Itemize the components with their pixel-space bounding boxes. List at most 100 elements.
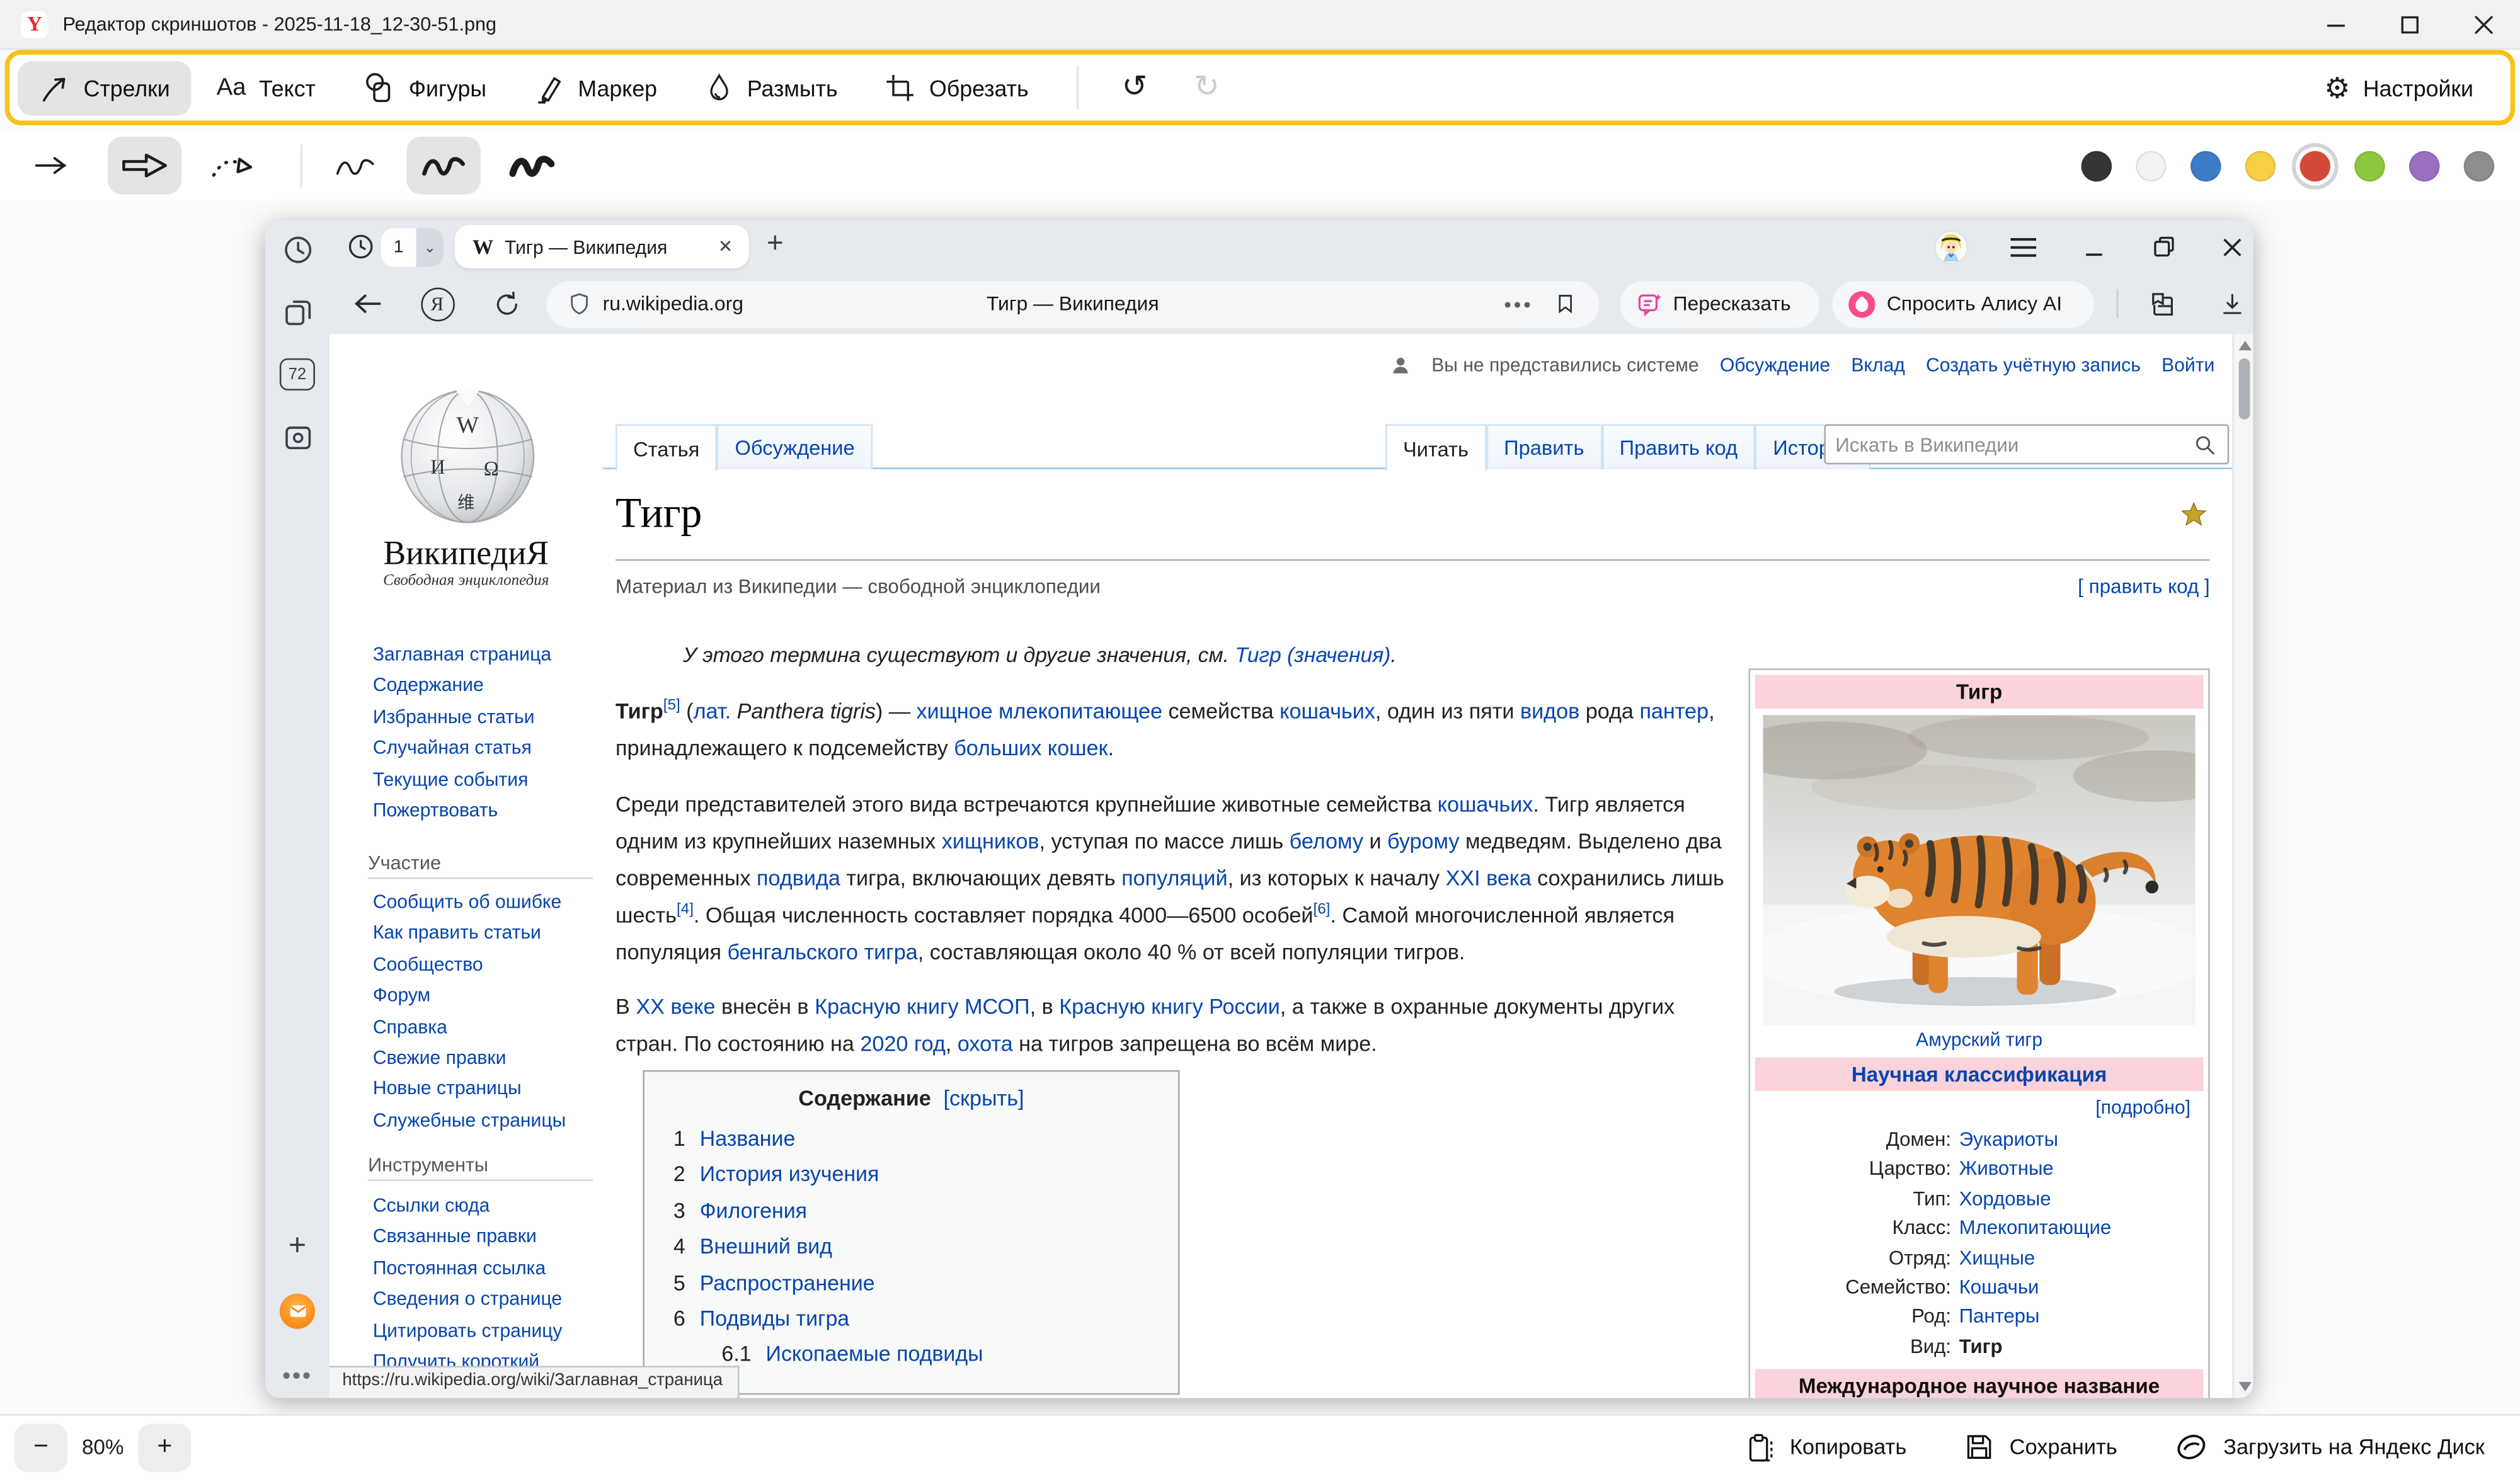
toc-link[interactable]: Внешний вид bbox=[700, 1230, 832, 1265]
upload-yandex-disk-button[interactable]: Загрузить на Яндекс Диск bbox=[2175, 1432, 2485, 1462]
personal-link[interactable]: Войти bbox=[2162, 353, 2214, 376]
personal-link[interactable]: Вклад bbox=[1851, 353, 1904, 376]
wiki-tab[interactable]: Править код bbox=[1602, 424, 1756, 469]
shapes-tool-button[interactable]: Фигуры bbox=[341, 59, 507, 115]
color-swatch[interactable] bbox=[2300, 151, 2330, 181]
blur-tool-button[interactable]: Размыть bbox=[683, 61, 859, 114]
sidebar-link[interactable]: Ссылки сюда bbox=[373, 1191, 563, 1222]
sidebar-link[interactable]: Как править статьи bbox=[373, 918, 566, 950]
yandex-service-icon[interactable] bbox=[280, 1294, 315, 1329]
taxon-link[interactable]: Кошачьи bbox=[1951, 1272, 2039, 1302]
color-swatch[interactable] bbox=[2464, 151, 2494, 181]
wiki-tab[interactable]: Править bbox=[1486, 424, 1601, 469]
tab-group-pill[interactable]: 1 ⌄ bbox=[381, 228, 444, 266]
classification-header-link[interactable]: Научная классификация bbox=[1755, 1058, 2204, 1092]
taxon-link[interactable]: Тигр bbox=[1951, 1332, 2003, 1361]
scroll-up-arrow[interactable] bbox=[2238, 341, 2250, 350]
toc-link[interactable]: Ископаемые подвиды bbox=[766, 1338, 983, 1374]
reload-button[interactable] bbox=[487, 285, 525, 323]
sidebar-link[interactable]: Случайная статья bbox=[373, 733, 551, 765]
undo-button[interactable]: ↺ bbox=[1101, 61, 1168, 114]
toc-hide-link[interactable]: [скрыть] bbox=[943, 1086, 1024, 1110]
crop-tool-button[interactable]: Обрезать bbox=[863, 60, 1049, 115]
scroll-down-arrow[interactable] bbox=[2238, 1382, 2250, 1391]
toc-link[interactable]: Распространение bbox=[700, 1265, 875, 1301]
sidebar-link[interactable]: Пожертвовать bbox=[373, 796, 551, 827]
arrow-style-dotted-button[interactable] bbox=[196, 137, 270, 195]
history-icon[interactable] bbox=[280, 231, 315, 266]
text-tool-button[interactable]: Aa Текст bbox=[196, 62, 336, 112]
wikipedia-globe-logo[interactable]: W И Ω 维 bbox=[397, 385, 538, 527]
zoom-in-button[interactable]: + bbox=[138, 1423, 191, 1471]
sidebar-link[interactable]: Цитировать страницу bbox=[373, 1315, 563, 1347]
sidebar-link[interactable]: Свежие правки bbox=[373, 1043, 566, 1075]
search-icon[interactable] bbox=[2194, 433, 2216, 455]
settings-button[interactable]: ⚙ Настройки bbox=[2303, 62, 2494, 113]
tab-counter-badge[interactable]: 72 bbox=[280, 357, 315, 392]
toc-link[interactable]: Подвиды тигра bbox=[700, 1301, 849, 1337]
image-caption-link[interactable]: Амурский тигр bbox=[1755, 1029, 2204, 1051]
edit-code-link[interactable]: [ править код ] bbox=[2078, 575, 2210, 598]
back-button[interactable] bbox=[349, 285, 387, 323]
toc-link[interactable]: Филогения bbox=[700, 1194, 807, 1230]
zoom-out-button[interactable]: − bbox=[14, 1423, 67, 1471]
taxon-link[interactable]: Хордовые bbox=[1951, 1184, 2051, 1214]
personal-link[interactable]: Обсуждение bbox=[1720, 353, 1830, 376]
arrows-tool-button[interactable]: Стрелки bbox=[18, 60, 191, 115]
taxon-link[interactable]: Пантеры bbox=[1951, 1302, 2039, 1332]
line-weight-medium-button[interactable] bbox=[406, 137, 480, 195]
yandex-search-button[interactable]: Я bbox=[418, 285, 456, 323]
tab-history-clock-icon[interactable] bbox=[342, 228, 377, 263]
browser-close-button[interactable] bbox=[2213, 220, 2252, 273]
sidebar-link[interactable]: Заглавная страница bbox=[373, 639, 551, 671]
chevron-down-icon[interactable]: ⌄ bbox=[416, 228, 444, 266]
featured-star-icon[interactable] bbox=[2181, 501, 2207, 527]
sidebar-link[interactable]: Связанные правки bbox=[373, 1222, 563, 1253]
wiki-tab[interactable]: Статья bbox=[616, 424, 717, 471]
sidebar-link[interactable]: Сообщество bbox=[373, 949, 566, 981]
ask-alice-button[interactable]: Спросить Алису AI bbox=[1832, 280, 2094, 327]
close-button[interactable] bbox=[2446, 0, 2520, 49]
shared-tabs-icon[interactable] bbox=[280, 294, 315, 329]
sidebar-link[interactable]: Сообщить об ошибке bbox=[373, 887, 566, 918]
line-weight-thin-button[interactable] bbox=[318, 137, 392, 195]
redo-button[interactable]: ↻ bbox=[1173, 61, 1240, 114]
taxon-link[interactable]: Животные bbox=[1951, 1155, 2054, 1184]
line-weight-thick-button[interactable] bbox=[495, 137, 569, 195]
minimize-button[interactable] bbox=[2298, 0, 2372, 49]
sidebar-link[interactable]: Избранные статьи bbox=[373, 702, 551, 733]
taxon-link[interactable]: Хищные bbox=[1951, 1243, 2035, 1273]
personal-link[interactable]: Создать учётную запись bbox=[1926, 353, 2141, 376]
tiger-photo[interactable] bbox=[1763, 715, 2195, 1025]
color-swatch[interactable] bbox=[2082, 151, 2112, 181]
download-icon[interactable] bbox=[2213, 285, 2252, 323]
maximize-button[interactable] bbox=[2372, 0, 2446, 49]
color-swatch[interactable] bbox=[2136, 151, 2166, 181]
save-button[interactable]: Сохранить bbox=[1964, 1432, 2117, 1462]
tab-close-icon[interactable]: ✕ bbox=[718, 236, 733, 257]
screenshot-icon[interactable] bbox=[280, 420, 315, 455]
wiki-search-box[interactable] bbox=[1824, 424, 2229, 464]
editor-canvas[interactable]: 72 + ••• 1 ⌄ bbox=[0, 201, 2520, 1415]
wiki-search-input[interactable] bbox=[1826, 433, 2194, 455]
color-swatch[interactable] bbox=[2191, 151, 2221, 181]
wikipedia-wordmark[interactable]: ВикипедиЯ bbox=[329, 534, 603, 574]
new-tab-button[interactable]: + bbox=[767, 227, 784, 261]
profile-avatar[interactable] bbox=[1932, 220, 1970, 273]
active-tab[interactable]: W Тигр — Википедия ✕ bbox=[455, 225, 749, 268]
summarize-button[interactable]: Пересказать bbox=[1620, 280, 1819, 327]
url-more-icon[interactable]: ••• bbox=[1504, 292, 1533, 316]
bookmark-icon[interactable] bbox=[1554, 291, 1577, 317]
sidebar-link[interactable]: Форум bbox=[373, 981, 566, 1012]
color-swatch[interactable] bbox=[2409, 151, 2439, 181]
sidebar-link[interactable]: Новые страницы bbox=[373, 1074, 566, 1105]
color-swatch[interactable] bbox=[2245, 151, 2276, 181]
browser-menu-icon[interactable] bbox=[2004, 220, 2042, 273]
sidebar-link[interactable]: Служебные страницы bbox=[373, 1105, 566, 1137]
wiki-tab[interactable]: Обсуждение bbox=[717, 424, 872, 469]
browser-restore-button[interactable] bbox=[2144, 220, 2182, 273]
color-swatch[interactable] bbox=[2354, 151, 2385, 181]
taxon-link[interactable]: Эукариоты bbox=[1951, 1125, 2058, 1155]
sidebar-link[interactable]: Справка bbox=[373, 1012, 566, 1043]
sidebar-link[interactable]: Постоянная ссылка bbox=[373, 1253, 563, 1284]
